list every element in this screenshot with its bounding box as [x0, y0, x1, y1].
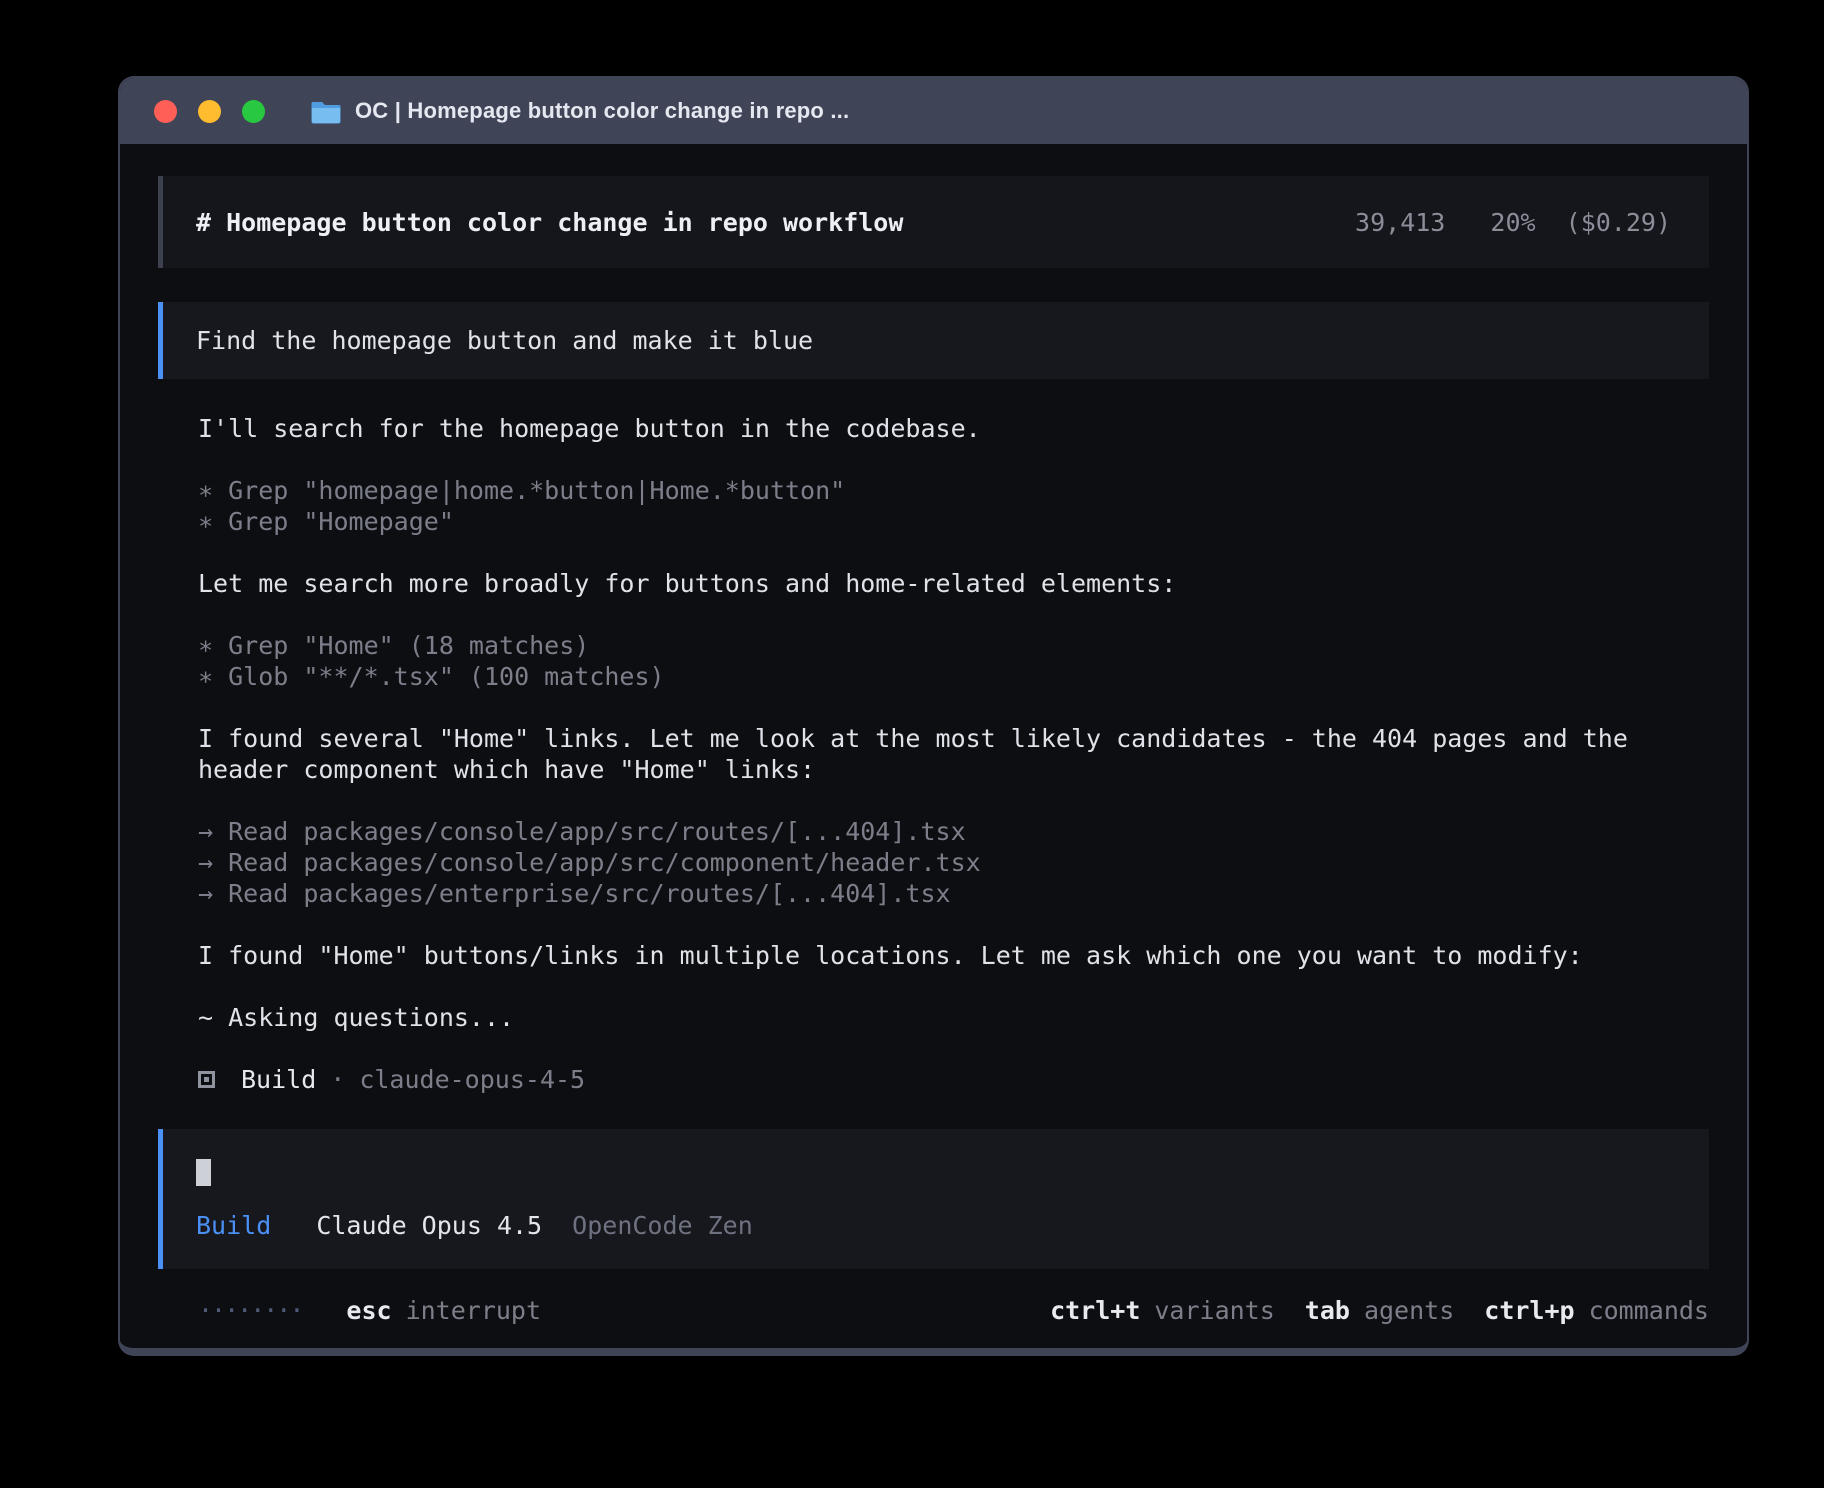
- conversation: # Homepage button color change in repo w…: [120, 144, 1747, 1348]
- input-footer: Build Claude Opus 4.5 OpenCode Zen: [196, 1210, 1671, 1241]
- agent-model: claude-opus-4-5: [359, 1064, 585, 1095]
- hint-key: tab: [1305, 1295, 1350, 1326]
- hint-key: ctrl+t: [1050, 1295, 1140, 1326]
- hint-key: ctrl+p: [1484, 1295, 1574, 1326]
- context-percent: 20%: [1490, 208, 1535, 237]
- user-message: Find the homepage button and make it blu…: [158, 302, 1709, 379]
- agent-badge: Build: [196, 1211, 271, 1240]
- hint-interrupt: esc interrupt: [346, 1295, 541, 1326]
- status-bar: ········ esc interrupt ctrl+t variants t…: [158, 1295, 1709, 1326]
- tool-call-glob: ∗ Glob "**/*.tsx" (100 matches): [198, 661, 1705, 692]
- hint-variants: ctrl+t variants: [1050, 1295, 1275, 1326]
- assistant-text: Let me search more broadly for buttons a…: [198, 568, 1705, 599]
- input-line[interactable]: [196, 1157, 1671, 1188]
- assistant-text: I found several "Home" links. Let me loo…: [198, 723, 1705, 785]
- hint-label: interrupt: [406, 1295, 541, 1326]
- folder-icon: [311, 99, 341, 124]
- session-header: # Homepage button color change in repo w…: [158, 176, 1709, 268]
- tool-call-grep: ∗ Grep "homepage|home.*button|Home.*butt…: [198, 475, 1705, 506]
- hint-label: commands: [1589, 1295, 1709, 1326]
- status-bar-right: ctrl+t variants tab agents ctrl+p comman…: [1050, 1295, 1709, 1326]
- session-cost: ($0.29): [1566, 208, 1671, 237]
- assistant-text: I'll search for the homepage button in t…: [198, 413, 1705, 444]
- titlebar[interactable]: OC | Homepage button color change in rep…: [120, 78, 1747, 144]
- spinner-dots: ········: [198, 1295, 302, 1326]
- agent-status-row: Build · claude-opus-4-5: [198, 1064, 1709, 1095]
- user-message-text: Find the homepage button and make it blu…: [196, 326, 813, 355]
- provider-badge: OpenCode Zen: [572, 1211, 753, 1240]
- session-title: # Homepage button color change in repo w…: [196, 207, 903, 238]
- model-badge: Claude Opus 4.5: [316, 1211, 542, 1240]
- hint-commands: ctrl+p commands: [1484, 1295, 1709, 1326]
- assistant-text: I found "Home" buttons/links in multiple…: [198, 940, 1705, 971]
- hint-agents: tab agents: [1305, 1295, 1454, 1326]
- terminal-window: OC | Homepage button color change in rep…: [118, 76, 1749, 1356]
- tool-call-grep: ∗ Grep "Homepage": [198, 506, 1705, 537]
- token-count: 39,413: [1355, 208, 1445, 237]
- asking-questions-status: ~ Asking questions...: [198, 1002, 1705, 1033]
- close-button[interactable]: [154, 100, 177, 123]
- hint-label: agents: [1364, 1295, 1454, 1326]
- tool-call-read: → Read packages/enterprise/src/routes/[.…: [198, 878, 1705, 909]
- hint-label: variants: [1154, 1295, 1274, 1326]
- minimize-button[interactable]: [198, 100, 221, 123]
- prompt-input[interactable]: Build Claude Opus 4.5 OpenCode Zen: [158, 1129, 1709, 1269]
- zoom-button[interactable]: [242, 100, 265, 123]
- text-cursor: [196, 1159, 211, 1186]
- hint-key: esc: [346, 1295, 391, 1326]
- traffic-lights: [154, 100, 265, 123]
- tool-call-grep: ∗ Grep "Home" (18 matches): [198, 630, 1705, 661]
- tool-call-read: → Read packages/console/app/src/componen…: [198, 847, 1705, 878]
- agent-separator: ·: [330, 1064, 345, 1095]
- tool-call-read: → Read packages/console/app/src/routes/[…: [198, 816, 1705, 847]
- transcript: I'll search for the homepage button in t…: [158, 413, 1709, 1033]
- build-agent-icon: [198, 1071, 215, 1088]
- window-title: OC | Homepage button color change in rep…: [355, 98, 849, 124]
- session-stats: 39,413 20% ($0.29): [1355, 207, 1671, 238]
- agent-name: Build: [241, 1064, 316, 1095]
